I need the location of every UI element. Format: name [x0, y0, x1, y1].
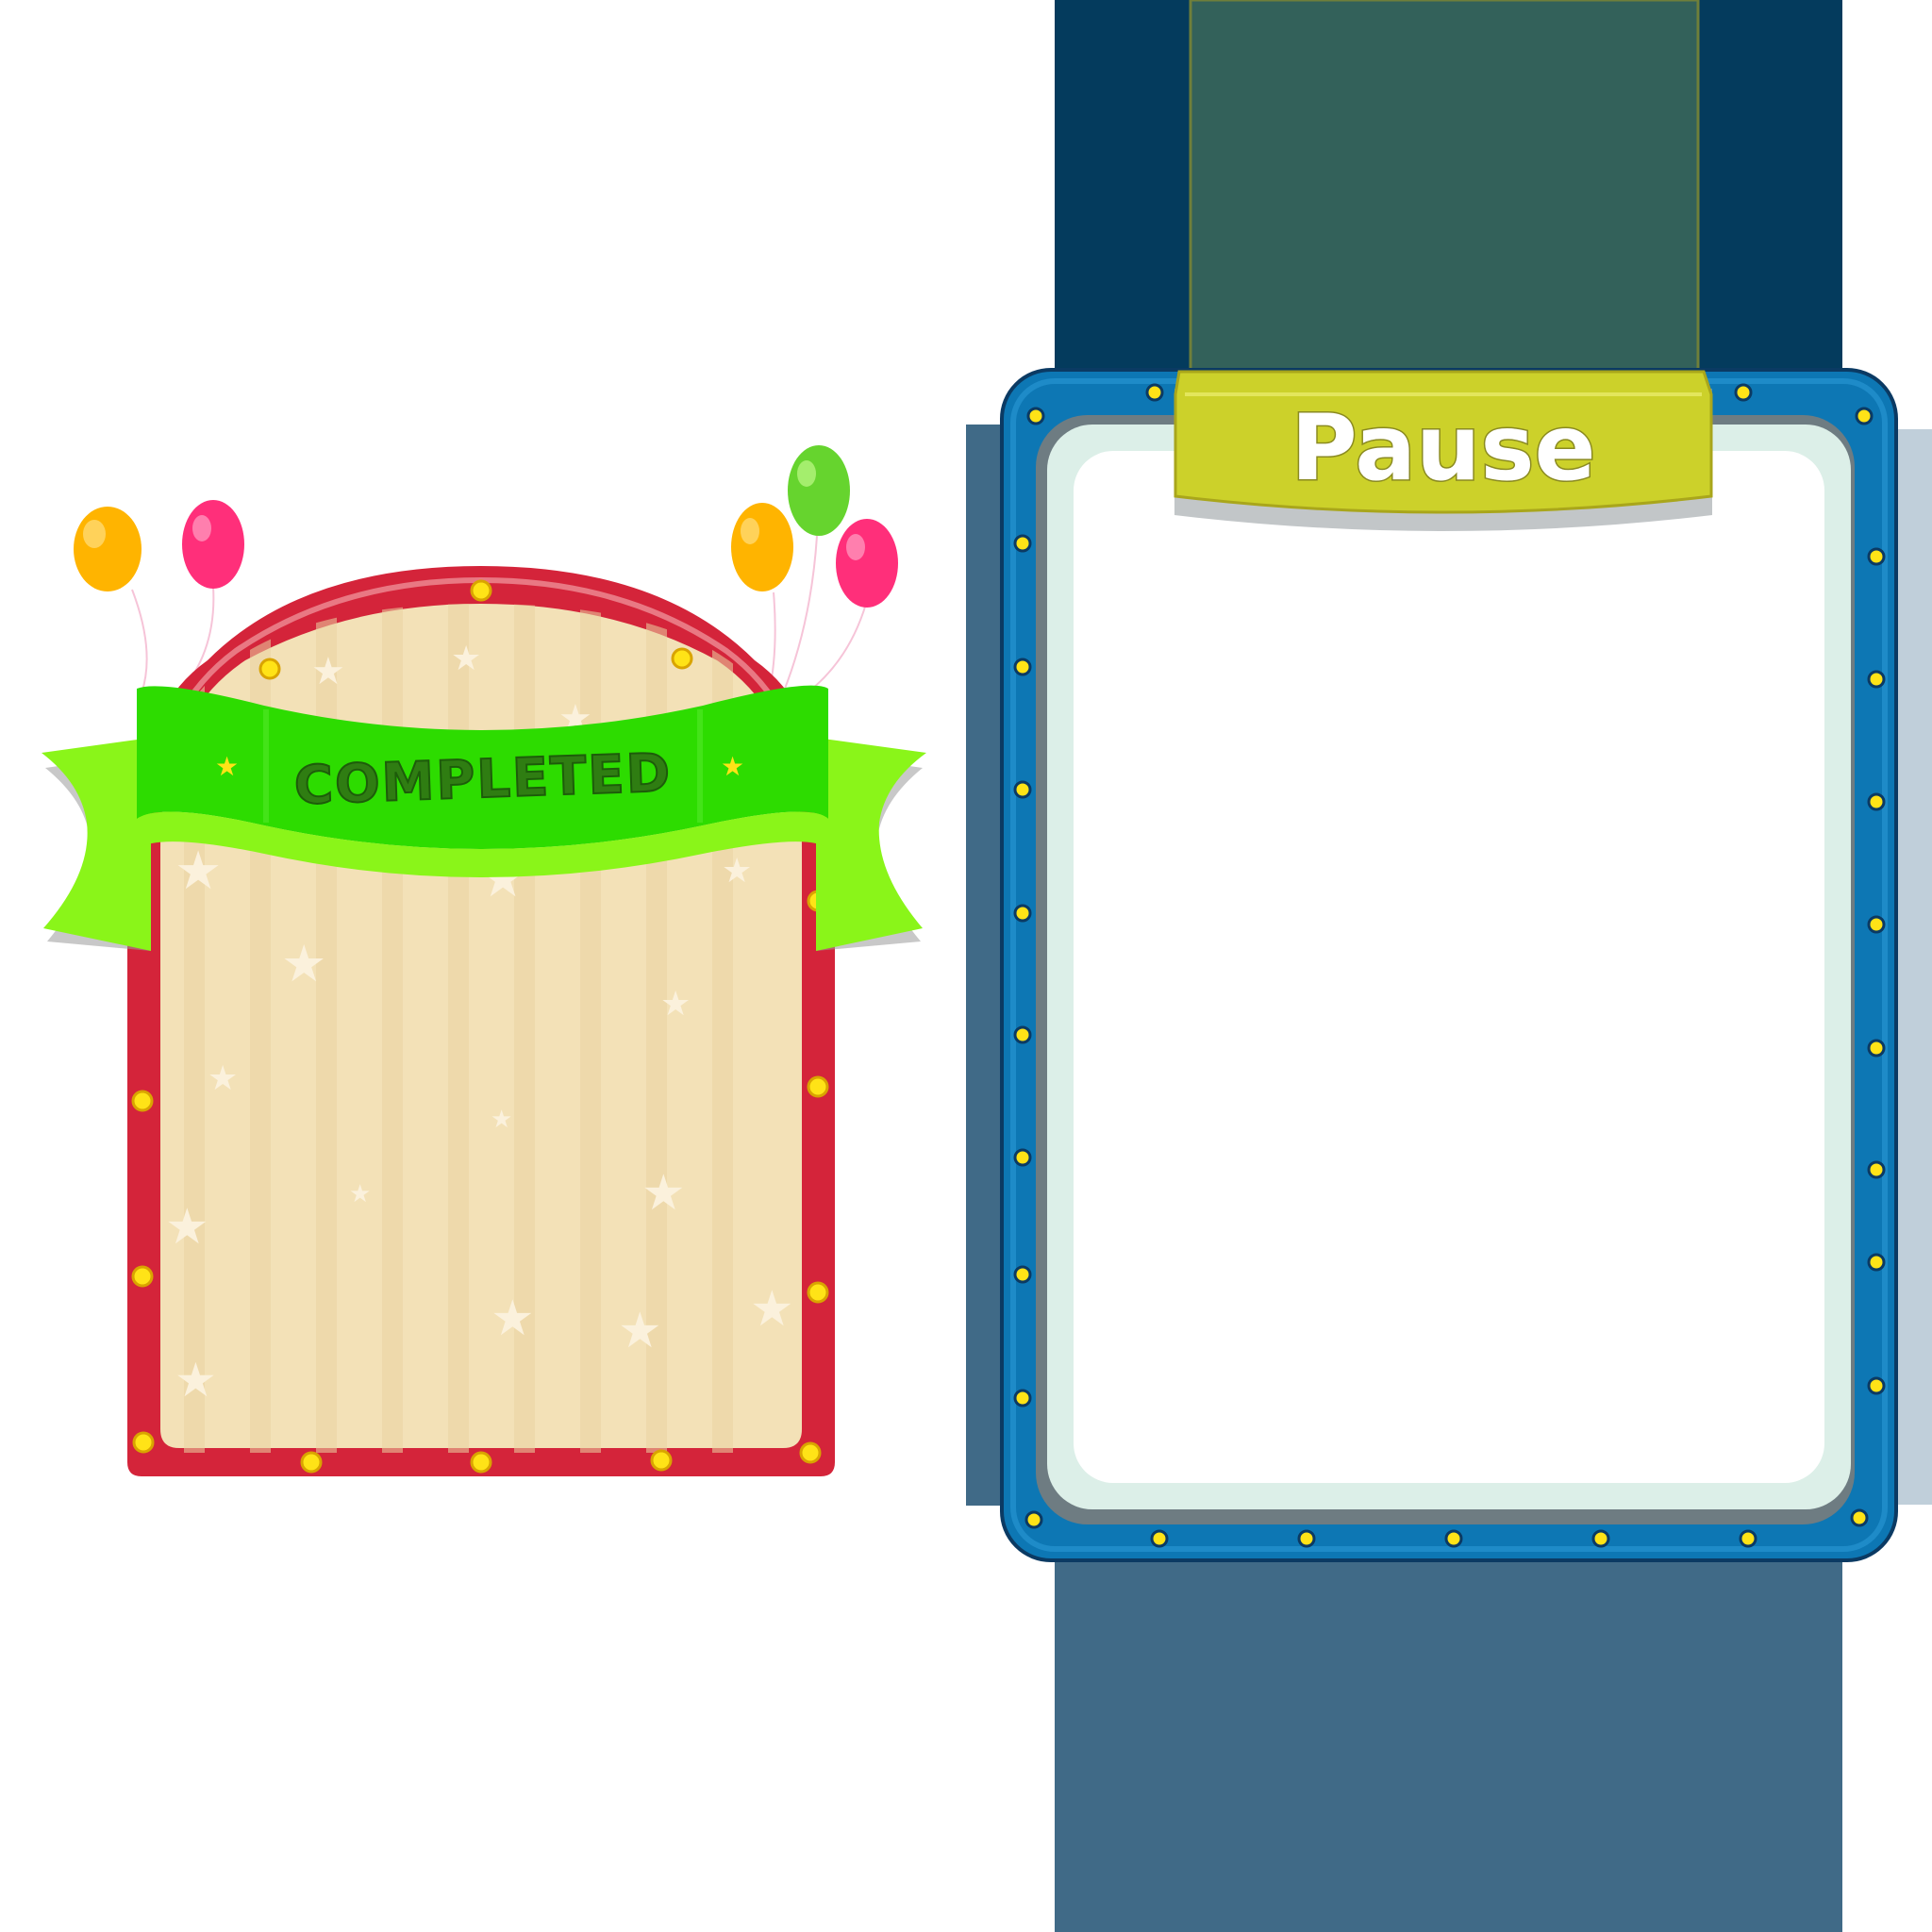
completed-panel: ★ ★ ★ ★ ★ ★ ★ ★ ★ ★ ★ ★ ★ ★ ★ ★ ★ ★ ★ CO…	[42, 445, 926, 1476]
pause-title: Pause	[1291, 395, 1595, 501]
svg-text:★: ★	[641, 1165, 686, 1222]
svg-text:★: ★	[618, 1303, 662, 1359]
svg-text:★: ★	[175, 1353, 217, 1407]
balloon-yellow-right	[731, 503, 793, 591]
balloon-green-right	[788, 445, 850, 536]
ribbon-star-left: ★	[215, 751, 239, 782]
svg-text:★: ★	[660, 985, 691, 1024]
svg-text:★: ★	[722, 852, 752, 891]
svg-text:★: ★	[491, 1106, 512, 1134]
balloon-pink-right	[836, 519, 898, 608]
svg-text:★: ★	[281, 934, 326, 993]
pause-strap	[1189, 0, 1700, 398]
pause-panel: Pause	[966, 0, 1932, 1932]
svg-text:★: ★	[349, 1180, 371, 1208]
svg-text:★: ★	[750, 1281, 794, 1338]
game-ui-canvas: ★ ★ ★ ★ ★ ★ ★ ★ ★ ★ ★ ★ ★ ★ ★ ★ ★ ★ ★ CO…	[42, 0, 1932, 1932]
ribbon-star-right: ★	[721, 751, 744, 782]
balloon-pink-left	[182, 500, 244, 589]
backdrop-bottom	[1055, 1509, 1842, 1932]
balloon-yellow-left	[74, 507, 142, 591]
svg-text:★: ★	[165, 1199, 209, 1256]
svg-text:★: ★	[491, 1291, 535, 1347]
svg-text:★: ★	[451, 640, 481, 678]
svg-text:★: ★	[311, 650, 345, 693]
svg-text:★: ★	[208, 1059, 238, 1098]
svg-text:★: ★	[175, 841, 222, 902]
pause-content-area	[1074, 451, 1824, 1483]
